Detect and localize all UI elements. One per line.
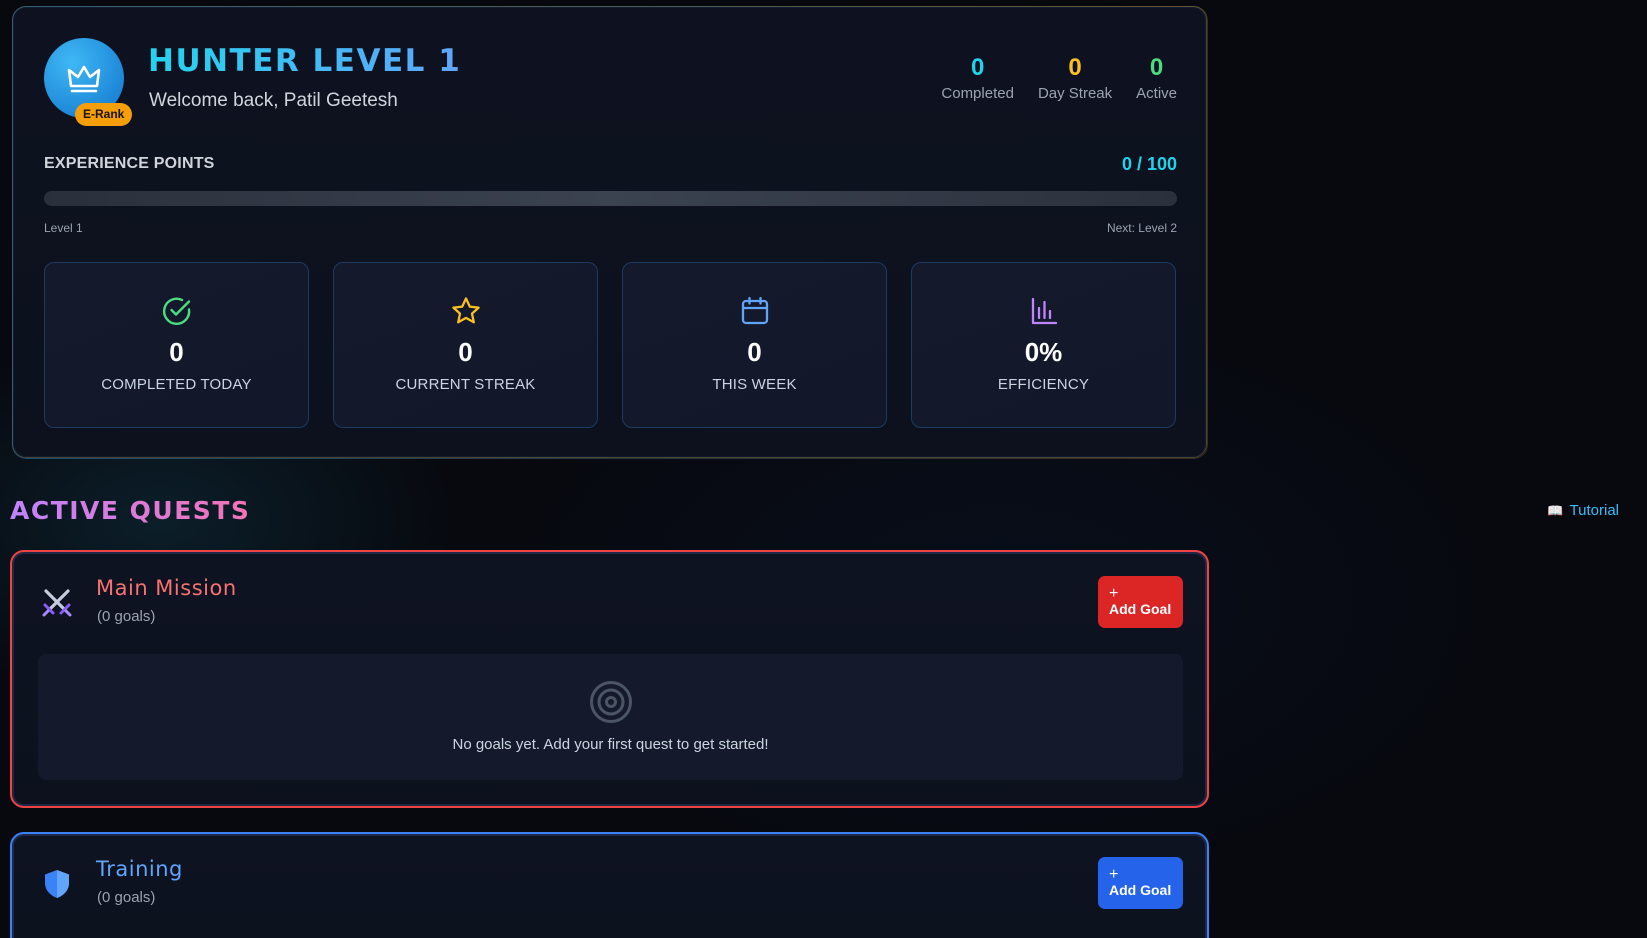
stat-label: Active	[1136, 85, 1177, 102]
xp-label: EXPERIENCE POINTS	[44, 155, 215, 172]
page-title: HUNTER LEVEL 1	[148, 43, 462, 79]
stat-cards: 0 COMPLETED TODAY 0 CURRENT STREAK 0 THI…	[44, 262, 1176, 428]
add-goal-button[interactable]: + Add Goal	[1098, 857, 1183, 909]
card-caption: THIS WEEK	[712, 376, 797, 393]
stat-value: 0	[1068, 54, 1082, 81]
plus-icon: +	[1109, 866, 1119, 883]
quest-card-training: Training (0 goals) + Add Goal	[10, 832, 1209, 938]
book-icon: 📖	[1547, 502, 1564, 518]
empty-goals-message: No goals yet. Add your first quest to ge…	[452, 736, 769, 753]
next-level-label: Next: Level 2	[1106, 221, 1177, 235]
section-title-active-quests: ACTIVE QUESTS	[10, 496, 251, 525]
crossed-swords-icon	[42, 589, 72, 617]
card-value: 0	[458, 337, 473, 367]
stat-value: 0	[970, 54, 985, 81]
top-stats: 0 Completed 0 Day Streak 0 Active	[941, 53, 1177, 102]
hunter-profile-panel: E-Rank HUNTER LEVEL 1 Welcome back, Pati…	[12, 6, 1207, 458]
card-completed-today: 0 COMPLETED TODAY	[44, 262, 309, 428]
stat-day-streak: 0 Day Streak	[1038, 53, 1112, 102]
calendar-icon	[741, 296, 768, 325]
tutorial-label: Tutorial	[1569, 502, 1619, 519]
target-icon	[589, 681, 632, 723]
xp-progress-bar	[44, 191, 1177, 206]
quest-goal-count: (0 goals)	[97, 889, 156, 906]
card-current-streak: 0 CURRENT STREAK	[333, 262, 598, 428]
check-circle-icon	[162, 297, 190, 325]
bar-chart-icon	[1031, 297, 1057, 325]
star-icon	[451, 297, 480, 324]
welcome-message: Welcome back, Patil Geetesh	[149, 90, 398, 111]
card-caption: CURRENT STREAK	[395, 376, 536, 393]
shield-icon	[45, 870, 69, 898]
current-level-label: Level 1	[44, 221, 83, 235]
crown-icon	[67, 65, 101, 93]
add-goal-label: Add Goal	[1109, 882, 1172, 898]
plus-icon: +	[1109, 585, 1119, 602]
empty-goals-state: No goals yet. Add your first quest to ge…	[38, 654, 1183, 780]
card-caption: EFFICIENCY	[997, 376, 1090, 393]
card-efficiency: 0% EFFICIENCY	[911, 262, 1176, 428]
tutorial-link[interactable]: 📖 Tutorial	[1547, 502, 1619, 519]
stat-label: Day Streak	[1037, 85, 1113, 102]
card-value: 0	[747, 337, 762, 367]
quest-card-main-mission: Main Mission (0 goals) + Add Goal No goa…	[10, 550, 1209, 808]
quest-goal-count: (0 goals)	[97, 608, 156, 625]
card-value: 0	[169, 337, 184, 367]
stat-completed: 0 Completed	[941, 53, 1014, 102]
stat-value: 0	[1149, 54, 1164, 81]
add-goal-button[interactable]: + Add Goal	[1098, 576, 1183, 628]
quest-title: Main Mission	[96, 576, 237, 600]
stat-label: Completed	[941, 85, 1014, 102]
xp-value: 0 / 100	[1121, 154, 1177, 174]
rank-badge: E-Rank	[75, 103, 133, 126]
quest-title: Training	[96, 857, 183, 881]
card-value: 0%	[1024, 337, 1063, 367]
add-goal-label: Add Goal	[1109, 601, 1172, 617]
card-this-week: 0 THIS WEEK	[622, 262, 887, 428]
stat-active: 0 Active	[1136, 53, 1177, 102]
card-caption: COMPLETED TODAY	[101, 376, 252, 393]
